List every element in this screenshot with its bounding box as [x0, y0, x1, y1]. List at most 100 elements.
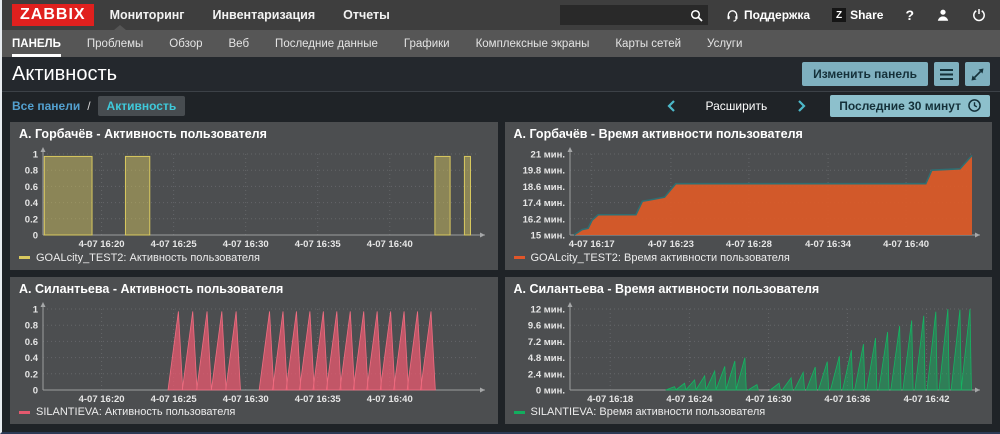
help-icon[interactable]: ? [905, 7, 914, 23]
svg-text:9.6 мин.: 9.6 мин. [527, 320, 564, 331]
svg-text:4.8 мин.: 4.8 мин. [527, 353, 564, 364]
top-bar-actions: Поддержка Z Share ? [726, 7, 986, 23]
svg-text:1: 1 [33, 150, 39, 161]
widget-gorbachev-activity-time: A. Горбачёв - Время активности пользоват… [505, 122, 993, 270]
power-icon[interactable] [972, 8, 986, 22]
subnav-item-dashboard[interactable]: ПАНЕЛЬ [12, 30, 61, 57]
graph-legend: GOALcity_TEST2: Время активности пользов… [514, 250, 984, 266]
legend-label: SILANTIEVA: Время активности пользовател… [531, 406, 766, 418]
widget-title: A. Горбачёв - Активность пользователя [19, 127, 489, 144]
svg-text:4-07 16:30: 4-07 16:30 [223, 394, 269, 405]
svg-text:0 мин.: 0 мин. [535, 385, 564, 396]
fullscreen-button[interactable] [965, 62, 990, 86]
widget-silantieva-activity: A. Силантьева - Активность пользователя … [10, 277, 498, 425]
svg-text:16.2 мин.: 16.2 мин. [522, 214, 564, 225]
breadcrumb-current[interactable]: Активность [98, 96, 186, 116]
page-header: Активность Изменить панель [2, 57, 1000, 92]
edit-dashboard-button[interactable]: Изменить панель [802, 62, 928, 86]
subnav-item-latest-data[interactable]: Последние данные [275, 30, 378, 57]
time-range-button[interactable]: Последние 30 минут [830, 95, 990, 117]
svg-text:4-07 16:24: 4-07 16:24 [666, 394, 713, 405]
svg-text:4-07 16:40: 4-07 16:40 [883, 239, 929, 250]
svg-text:4-07 16:23: 4-07 16:23 [647, 239, 693, 250]
support-label: Поддержка [744, 8, 810, 22]
svg-text:0.2: 0.2 [25, 214, 38, 225]
dashboard-grid: A. Горбачёв - Активность пользователя 4-… [2, 118, 1000, 432]
breadcrumb-separator: / [87, 99, 90, 113]
svg-text:4-07 16:25: 4-07 16:25 [151, 394, 198, 405]
svg-text:7.2 мин.: 7.2 мин. [527, 336, 564, 347]
graph-legend: SILANTIEVA: Активность пользователя [19, 404, 489, 420]
svg-text:4-07 16:25: 4-07 16:25 [151, 239, 198, 250]
widget-gorbachev-activity: A. Горбачёв - Активность пользователя 4-… [10, 122, 498, 270]
zoom-out-button[interactable]: Расширить [706, 99, 768, 113]
svg-text:4-07 16:40: 4-07 16:40 [367, 394, 413, 405]
svg-text:0: 0 [33, 231, 38, 242]
graph-silantieva-activity[interactable]: 4-07 16:20 4-07 16:25 4-07 16:30 4-07 16:35… [19, 301, 489, 405]
widget-silantieva-activity-time: A. Силантьева - Время активности пользов… [505, 277, 993, 425]
page-title: Активность [12, 63, 117, 86]
subnav-item-problems[interactable]: Проблемы [87, 30, 143, 57]
menu-item-inventory[interactable]: Инвентаризация [213, 8, 316, 22]
svg-text:0.6: 0.6 [25, 182, 38, 193]
menu-item-reports[interactable]: Отчеты [343, 8, 390, 22]
svg-text:4-07 16:20: 4-07 16:20 [79, 394, 125, 405]
svg-text:4-07 16:30: 4-07 16:30 [223, 239, 269, 250]
svg-text:4-07 16:20: 4-07 16:20 [79, 239, 125, 250]
widget-title: A. Силантьева - Время активности пользов… [514, 282, 984, 299]
subnav-item-graphs[interactable]: Графики [404, 30, 450, 57]
svg-text:12 мин.: 12 мин. [530, 304, 564, 315]
svg-text:19.8 мин.: 19.8 мин. [522, 166, 564, 177]
legend-swatch [19, 411, 30, 414]
graph-silantieva-activity-time[interactable]: 4-07 16:184-07 16:244-07 16:304-07 16:36… [514, 301, 984, 405]
graph-legend: SILANTIEVA: Время активности пользовател… [514, 404, 984, 420]
svg-text:0: 0 [33, 385, 38, 396]
user-icon[interactable] [936, 8, 950, 22]
subnav-item-screens[interactable]: Комплексные экраны [476, 30, 590, 57]
subnav-item-overview[interactable]: Обзор [169, 30, 202, 57]
search-icon [690, 9, 703, 22]
legend-label: SILANTIEVA: Активность пользователя [36, 406, 235, 418]
svg-text:0.6: 0.6 [25, 336, 38, 347]
graph-gorbachev-activity-time[interactable]: 4-07 16:174-07 16:234-07 16:284-07 16:34… [514, 146, 984, 250]
svg-text:0.4: 0.4 [25, 353, 39, 364]
svg-text:4-07 16:40: 4-07 16:40 [367, 239, 413, 250]
share-label: Share [850, 8, 883, 22]
graph-gorbachev-activity[interactable]: 4-07 16:204-07 16:254-07 16:304-07 16:35… [19, 146, 489, 250]
breadcrumb-all-dashboards[interactable]: Все панели [12, 99, 80, 113]
share-badge-icon: Z [832, 8, 846, 22]
subnav-item-web[interactable]: Веб [229, 30, 250, 57]
svg-text:4-07 16:28: 4-07 16:28 [725, 239, 771, 250]
subnav-item-services[interactable]: Услуги [707, 30, 742, 57]
svg-text:18.6 мин.: 18.6 мин. [522, 182, 564, 193]
svg-text:0.8: 0.8 [25, 166, 38, 177]
widget-title: A. Силантьева - Активность пользователя [19, 282, 489, 299]
svg-text:4-07 16:35: 4-07 16:35 [295, 394, 342, 405]
support-link[interactable]: Поддержка [726, 8, 810, 22]
subnav-item-maps[interactable]: Карты сетей [615, 30, 681, 57]
chevron-left-icon[interactable] [663, 100, 680, 112]
search-input[interactable] [565, 8, 690, 22]
dashboard-menu-button[interactable] [934, 62, 959, 86]
svg-text:4-07 16:30: 4-07 16:30 [745, 394, 791, 405]
svg-text:2.4 мин.: 2.4 мин. [527, 369, 564, 380]
legend-label: GOALcity_TEST2: Активность пользователя [36, 252, 260, 264]
time-controls: Расширить Последние 30 минут [663, 95, 990, 117]
svg-text:4-07 16:42: 4-07 16:42 [903, 394, 949, 405]
chevron-right-icon[interactable] [793, 100, 810, 112]
svg-text:1: 1 [33, 304, 39, 315]
legend-swatch [514, 411, 525, 414]
svg-text:4-07 16:17: 4-07 16:17 [568, 239, 614, 250]
breadcrumb-timebar: Все панели / Активность Расширить Послед… [2, 92, 1000, 119]
search-box[interactable] [560, 5, 708, 25]
top-bar: ZABBIX Мониторинг Инвентаризация Отчеты … [2, 0, 1000, 30]
svg-text:15 мин.: 15 мин. [530, 231, 564, 242]
main-menu: Мониторинг Инвентаризация Отчеты [110, 8, 390, 22]
menu-item-monitoring[interactable]: Мониторинг [110, 8, 185, 22]
zabbix-logo[interactable]: ZABBIX [12, 4, 94, 26]
legend-swatch [19, 256, 30, 259]
svg-text:4-07 16:18: 4-07 16:18 [587, 394, 633, 405]
page-header-actions: Изменить панель [802, 62, 990, 86]
svg-text:17.4 мин.: 17.4 мин. [522, 198, 564, 209]
share-link[interactable]: Z Share [832, 8, 883, 22]
